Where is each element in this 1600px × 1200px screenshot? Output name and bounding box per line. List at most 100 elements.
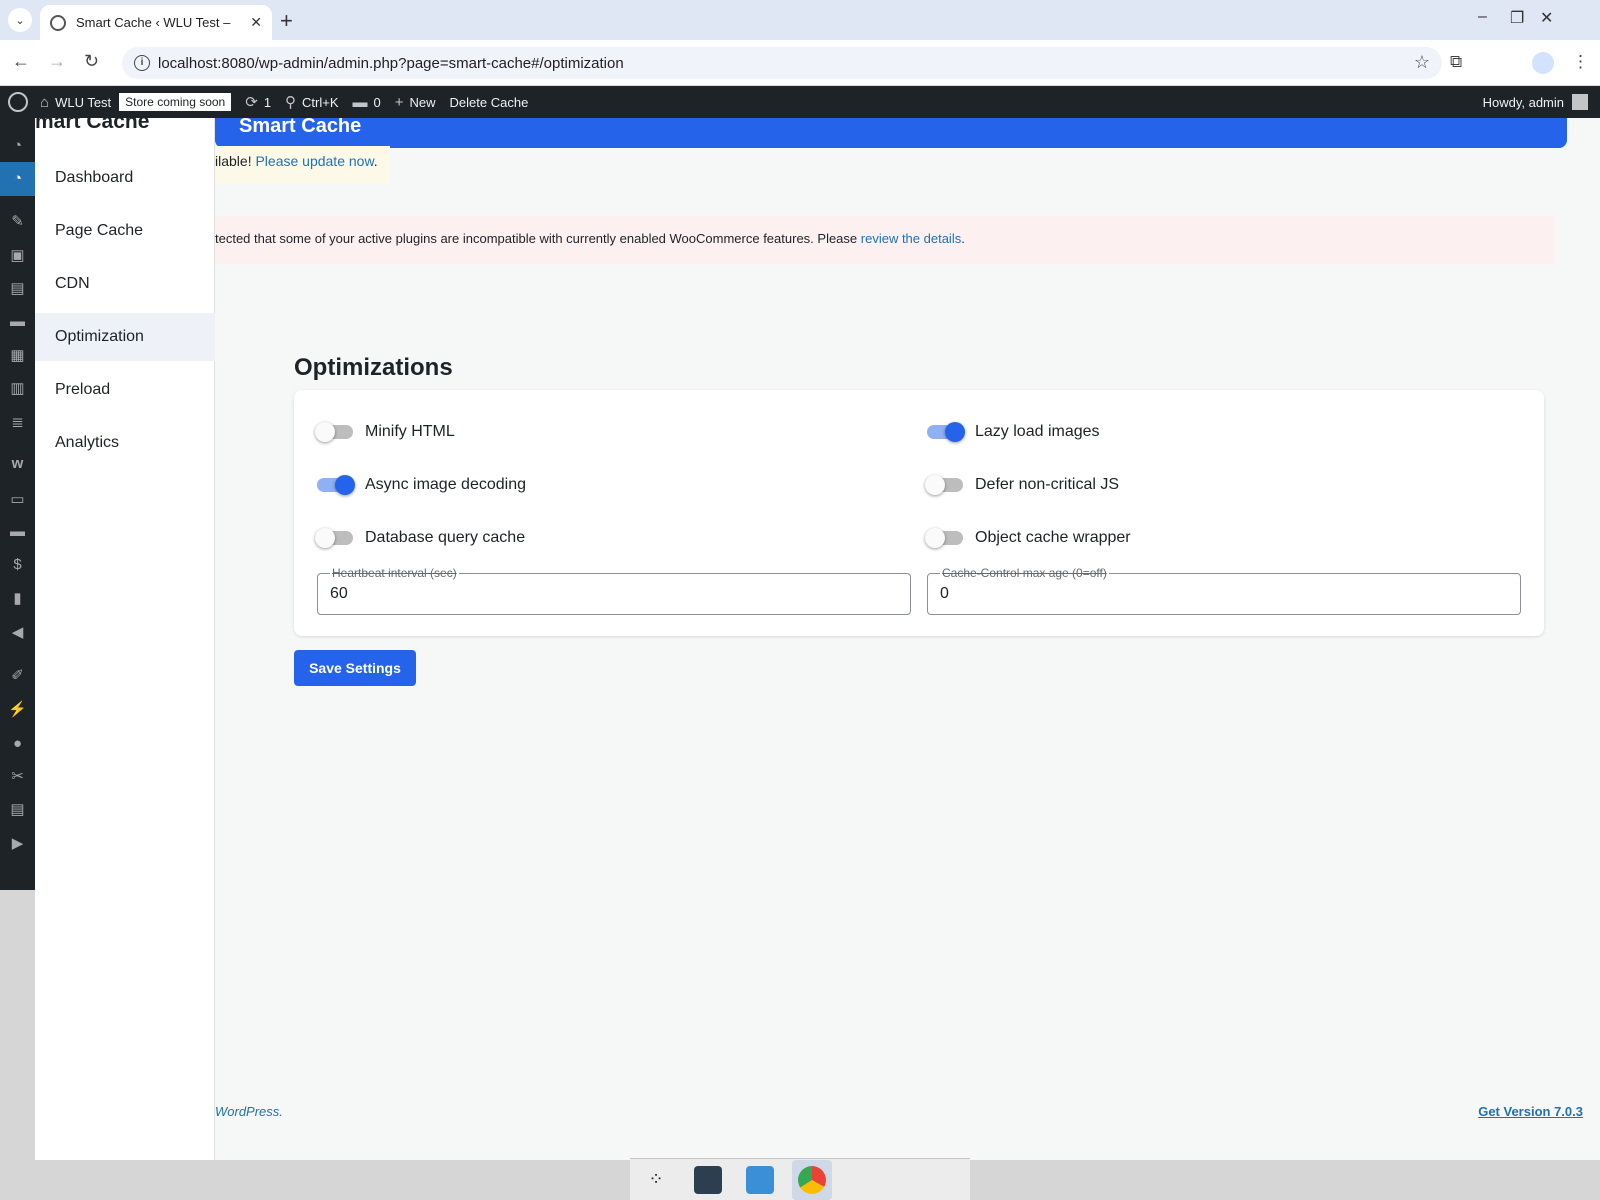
defer-js-toggle[interactable]: [925, 475, 963, 495]
updates-icon: ⟳: [245, 94, 258, 111]
files-app-icon[interactable]: [740, 1160, 780, 1200]
media-icon[interactable]: ▣: [8, 246, 27, 265]
cache-control-max-age-label: Cache-Control max age (0=off): [940, 566, 1109, 580]
chrome-app-icon[interactable]: [792, 1159, 832, 1200]
comment-icon: ▬: [352, 93, 368, 111]
nav-item-analytics[interactable]: Analytics: [35, 419, 215, 467]
browser-tab[interactable]: Smart Cache ‹ WLU Test – ✕: [40, 5, 272, 40]
list-icon[interactable]: ≣: [8, 413, 27, 432]
get-version-link[interactable]: Get Version 7.0.3: [1478, 1104, 1583, 1119]
menu-icon[interactable]: ⋮: [1572, 52, 1589, 72]
update-notice-suffix: .: [373, 153, 378, 169]
plugins-icon[interactable]: ⚡: [8, 700, 27, 719]
new-tab-icon[interactable]: +: [280, 8, 293, 34]
tab-search-icon[interactable]: ⌄: [8, 8, 32, 32]
new-content-link[interactable]: + New: [395, 94, 436, 111]
forward-icon[interactable]: →: [48, 51, 66, 72]
site-name-link[interactable]: ⌂ WLU Test: [40, 94, 111, 111]
page-title: Optimizations: [294, 354, 453, 381]
update-now-link[interactable]: Please update now: [255, 153, 373, 169]
save-settings-button[interactable]: Save Settings: [294, 650, 416, 686]
comments-icon[interactable]: ▬: [8, 312, 27, 331]
reload-icon[interactable]: ↻: [84, 51, 99, 72]
tab-close-icon[interactable]: ✕: [250, 14, 262, 31]
smart-cache-menu-icon[interactable]: ◔: [0, 162, 35, 196]
payments-icon[interactable]: ▬: [8, 522, 27, 541]
nav-item-dashboard[interactable]: Dashboard: [35, 154, 215, 202]
database-query-cache-label: Database query cache: [365, 529, 526, 546]
update-notice: ilable! Please update now.: [215, 146, 390, 184]
updates-link[interactable]: ⟳ 1: [245, 93, 271, 111]
toggle-row-lazy-load-images: Lazy load images: [927, 418, 1100, 446]
settings-icon[interactable]: ▤: [8, 800, 27, 819]
analytics-icon[interactable]: ▮: [8, 589, 27, 608]
search-shortcut-label: Ctrl+K: [302, 94, 339, 110]
minify-html-label: Minify HTML: [365, 423, 455, 440]
calendar-icon[interactable]: ▦: [8, 346, 27, 365]
marketing-megaphone-icon[interactable]: ◀: [8, 623, 27, 642]
minify-html-toggle[interactable]: [315, 422, 353, 442]
site-info-icon[interactable]: i: [134, 55, 150, 71]
posts-pin-icon[interactable]: ✎: [8, 212, 27, 231]
address-url[interactable]: localhost:8080/wp-admin/admin.php?page=s…: [158, 55, 624, 72]
address-bar[interactable]: i localhost:8080/wp-admin/admin.php?page…: [122, 47, 1442, 79]
object-cache-wrapper-label: Object cache wrapper: [975, 529, 1131, 546]
woo-notice-suffix: .: [961, 231, 965, 246]
nav-item-preload[interactable]: Preload: [35, 366, 215, 414]
toggle-row-minify-html: Minify HTML: [315, 418, 455, 446]
dashboard-icon[interactable]: ◔: [8, 136, 27, 155]
document-icon[interactable]: ▥: [8, 379, 27, 398]
lazy-load-images-toggle[interactable]: [927, 422, 965, 442]
window-close-icon[interactable]: ✕: [1540, 8, 1553, 28]
review-details-link[interactable]: review the details: [861, 231, 961, 246]
restore-icon[interactable]: ❐: [1510, 8, 1524, 28]
wp-admin-menu: ◔ ◔ ✎ ▣ ▤ ▬ ▦ ▥ ≣ w ▭ ▬ $ ▮ ◀ ✐ ⚡ ● ✂ ▤ …: [0, 118, 35, 890]
wordpress-favicon-icon: [50, 14, 66, 31]
nav-item-page-cache[interactable]: Page Cache: [35, 207, 215, 255]
comments-link[interactable]: ▬ 0: [353, 94, 381, 111]
heartbeat-interval-field[interactable]: Heartbeat interval (sec): [317, 566, 911, 615]
products-icon[interactable]: ▭: [8, 490, 27, 509]
cache-control-max-age-input[interactable]: [940, 585, 1500, 603]
object-cache-wrapper-toggle[interactable]: [925, 528, 963, 548]
settings-app-icon[interactable]: [688, 1160, 728, 1200]
dollar-icon[interactable]: $: [8, 555, 27, 574]
appearance-brush-icon[interactable]: ✐: [8, 666, 27, 685]
pages-icon[interactable]: ▤: [8, 279, 27, 298]
delete-cache-link[interactable]: Delete Cache: [450, 95, 529, 110]
woocommerce-icon[interactable]: w: [8, 454, 27, 473]
cache-control-max-age-field[interactable]: Cache-Control max age (0=off): [927, 566, 1521, 615]
launcher-icon[interactable]: ⁘: [636, 1160, 676, 1200]
heartbeat-interval-label: Heartbeat interval (sec): [330, 566, 459, 580]
bookmark-star-icon[interactable]: ☆: [1414, 52, 1430, 73]
woo-notice-text: tected that some of your active plugins …: [215, 231, 861, 246]
async-image-decoding-toggle[interactable]: [317, 475, 355, 495]
defer-js-label: Defer non-critical JS: [975, 476, 1120, 493]
toggle-row-database-query-cache: Database query cache: [315, 524, 526, 552]
minimize-icon[interactable]: –: [1478, 8, 1487, 26]
users-icon[interactable]: ●: [8, 734, 27, 753]
profile-avatar[interactable]: [1532, 52, 1554, 74]
main-content: mart Cache Dashboard Page Cache CDN Opti…: [35, 118, 1600, 1160]
play-icon[interactable]: ▶: [8, 834, 27, 853]
wordpress-logo-icon[interactable]: [8, 92, 28, 112]
heartbeat-interval-input[interactable]: [330, 585, 890, 603]
search-shortcut[interactable]: ⚲ Ctrl+K: [285, 93, 338, 111]
plus-icon: +: [394, 93, 404, 111]
back-icon[interactable]: ←: [12, 51, 30, 72]
extensions-icon[interactable]: ⧉: [1450, 52, 1462, 72]
toggle-row-object-cache-wrapper: Object cache wrapper: [925, 524, 1131, 552]
browser-toolbar: ← → ↻ i localhost:8080/wp-admin/admin.ph…: [0, 40, 1600, 86]
nav-item-cdn[interactable]: CDN: [35, 260, 215, 308]
new-label: New: [409, 94, 436, 110]
toggle-row-defer-js: Defer non-critical JS: [925, 471, 1120, 499]
database-query-cache-toggle[interactable]: [315, 528, 353, 548]
plugin-header: Smart Cache: [215, 118, 1567, 148]
tools-wrench-icon[interactable]: ✂: [8, 767, 27, 786]
account-menu[interactable]: Howdy, admin: [1483, 86, 1588, 118]
footer-wordpress-link[interactable]: WordPress.: [215, 1104, 283, 1119]
store-status-badge[interactable]: Store coming soon: [119, 93, 232, 111]
wp-admin-bar: ⌂ WLU Test Store coming soon ⟳ 1 ⚲ Ctrl+…: [0, 86, 1600, 118]
site-name-label: WLU Test: [55, 94, 112, 110]
nav-item-optimization[interactable]: Optimization: [35, 313, 215, 361]
